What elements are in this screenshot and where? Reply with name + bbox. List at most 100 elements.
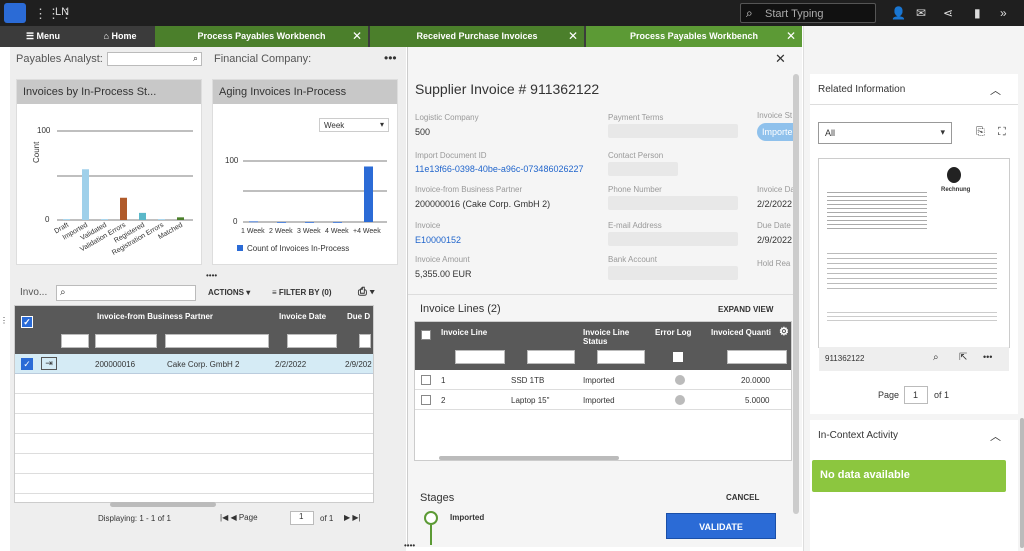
email-field bbox=[608, 232, 738, 246]
cell-item: Laptop 15" bbox=[511, 396, 550, 405]
select-all-lines-checkbox[interactable] bbox=[421, 330, 431, 340]
filter-item[interactable] bbox=[527, 350, 575, 364]
row-checkbox[interactable] bbox=[421, 375, 431, 385]
table-row[interactable]: ✓ ⇥ 200000016 Cake Corp. GmbH 2 2/2/2022… bbox=[15, 354, 373, 374]
lookup-icon[interactable]: ⌕ bbox=[193, 53, 198, 64]
more-icon[interactable]: ••• bbox=[384, 51, 397, 65]
filter-qty[interactable] bbox=[727, 350, 787, 364]
cell-bp: 200000016 bbox=[95, 360, 136, 369]
right-panel: Related Information ︿ All ▾ ⎘ ⛶ Rechnung … bbox=[803, 26, 1024, 551]
search-placeholder[interactable]: Start Typing bbox=[765, 8, 824, 20]
expand-icon[interactable]: » bbox=[1000, 6, 1007, 20]
menu-button[interactable]: ☰ Menu bbox=[0, 26, 86, 47]
detail-scrollbar[interactable] bbox=[793, 74, 799, 514]
lines-scrollbar[interactable] bbox=[439, 456, 619, 460]
page-input[interactable]: 1 bbox=[290, 511, 314, 525]
filter-line[interactable] bbox=[455, 350, 505, 364]
divider bbox=[408, 294, 793, 295]
row-checkbox[interactable] bbox=[421, 395, 431, 405]
global-search[interactable]: ⌕ Start Typing bbox=[740, 3, 876, 23]
filter-name[interactable] bbox=[165, 334, 269, 348]
chart-aging-svg: 100 0 1 Week 2 Week 3 Week 4 Week +4 Week Co… bbox=[225, 156, 387, 253]
select-all-checkbox[interactable]: ✓ bbox=[21, 316, 33, 328]
share-icon[interactable]: ⋖ bbox=[943, 6, 953, 20]
cell-line: 1 bbox=[441, 376, 446, 385]
filter-input[interactable] bbox=[61, 334, 89, 348]
import-doc-label: Import Document ID bbox=[415, 151, 487, 160]
x-tick-label: 3 Week bbox=[297, 228, 321, 235]
col-line[interactable]: Invoice Line bbox=[441, 328, 487, 337]
col-bp[interactable]: Invoice-from Business Partner bbox=[97, 312, 213, 321]
left-splitter-icon[interactable]: ⋮ bbox=[0, 316, 8, 325]
import-doc-link[interactable]: 11e13f66-0398-40be-a96c-073486026227 bbox=[415, 164, 583, 174]
filter-bp[interactable] bbox=[95, 334, 157, 348]
search-icon: ⌕ bbox=[60, 287, 66, 298]
preview-icon[interactable]: ⌕ bbox=[933, 352, 939, 363]
close-icon[interactable]: ✕ bbox=[568, 26, 578, 47]
related-page-label: Page bbox=[878, 390, 900, 400]
due-label: Due Date bbox=[757, 221, 791, 230]
col-qty[interactable]: Invoiced Quanti bbox=[711, 328, 771, 337]
grid-search-input[interactable]: ⌕ bbox=[56, 285, 196, 301]
table-row[interactable]: 2 Laptop 15" Imported 5.0000 bbox=[415, 390, 791, 410]
bar-draft bbox=[63, 219, 70, 220]
cell-line: 2 bbox=[441, 396, 446, 405]
filter-date[interactable] bbox=[287, 334, 337, 348]
analyst-input[interactable]: ⌕ bbox=[107, 52, 202, 66]
last-page-icon[interactable]: ▶| bbox=[352, 513, 360, 522]
chevron-down-icon: ▾ bbox=[940, 127, 945, 137]
close-icon[interactable]: ✕ bbox=[352, 26, 362, 47]
filter-status[interactable] bbox=[597, 350, 645, 364]
y-tick-0: 0 bbox=[45, 215, 50, 224]
bottom-splitter[interactable]: •••• bbox=[404, 541, 415, 550]
col-error[interactable]: Error Log bbox=[655, 328, 691, 337]
related-filter-select[interactable]: All ▾ bbox=[818, 122, 952, 144]
cancel-button[interactable]: CANCEL bbox=[726, 493, 759, 502]
bar-validation-errors bbox=[120, 197, 127, 220]
user-icon[interactable]: 👤 bbox=[891, 6, 906, 20]
attachment-icon[interactable]: ⎘ bbox=[976, 126, 985, 139]
more-icon[interactable]: ••• bbox=[983, 352, 992, 362]
export-button[interactable]: ⎙ ▾ bbox=[358, 286, 374, 299]
tab-process-payables-1[interactable]: Process Payables Workbench ✕ bbox=[155, 26, 368, 47]
cell-due: 2/9/202 bbox=[345, 360, 372, 369]
doc-table bbox=[827, 249, 997, 289]
filter-due[interactable] bbox=[359, 334, 371, 348]
invoice-link[interactable]: E10000152 bbox=[415, 235, 461, 245]
doc-heading: Rechnung bbox=[941, 187, 971, 193]
col-status[interactable]: Invoice Line Status bbox=[583, 328, 643, 346]
chevron-up-icon[interactable]: ︿ bbox=[990, 428, 1001, 444]
app-logo[interactable] bbox=[4, 3, 26, 23]
document-preview[interactable]: Rechnung 911362122 ⌕ ⇱ ••• bbox=[818, 158, 1010, 371]
chart-ylabel: Count bbox=[32, 141, 41, 163]
close-icon[interactable]: ✕ bbox=[775, 51, 786, 67]
row-checkbox[interactable]: ✓ bbox=[21, 358, 33, 370]
error-filter-icon[interactable] bbox=[673, 352, 683, 362]
validate-button[interactable]: VALIDATE bbox=[666, 513, 776, 539]
tab-received-invoices[interactable]: Received Purchase Invoices ✕ bbox=[370, 26, 584, 47]
mail-icon[interactable]: ✉ bbox=[916, 6, 926, 20]
gear-icon[interactable]: ⚙ bbox=[779, 325, 789, 338]
col-date[interactable]: Invoice Date bbox=[279, 312, 326, 321]
error-indicator bbox=[675, 395, 685, 405]
actions-button[interactable]: ACTIONS ▾ bbox=[208, 288, 250, 297]
prev-page-icon[interactable]: ◀ bbox=[230, 513, 238, 522]
first-page-icon[interactable]: |◀ bbox=[220, 513, 230, 522]
chevron-up-icon[interactable]: ︿ bbox=[990, 82, 1001, 98]
home-button[interactable]: ⌂ Home bbox=[86, 26, 154, 47]
open-external-icon[interactable]: ⇱ bbox=[959, 352, 967, 363]
fullscreen-icon[interactable]: ⛶ bbox=[998, 126, 1006, 139]
col-due[interactable]: Due D bbox=[347, 312, 370, 321]
panel-scrollbar[interactable] bbox=[1020, 418, 1024, 548]
chart-aging: Aging Invoices In-Process Week ▾ 100 0 1 … bbox=[212, 79, 398, 265]
open-row-icon[interactable]: ⇥ bbox=[41, 357, 57, 370]
close-icon[interactable]: ✕ bbox=[786, 26, 796, 47]
related-page-input[interactable]: 1 bbox=[904, 386, 928, 404]
splitter-handle[interactable]: •••• bbox=[206, 271, 217, 280]
table-row[interactable]: 1 SSD 1TB Imported 20.0000 bbox=[415, 370, 791, 390]
grid-scrollbar[interactable] bbox=[110, 502, 216, 507]
tab-process-payables-2[interactable]: Process Payables Workbench ✕ bbox=[586, 26, 802, 47]
filter-button[interactable]: ≡ FILTER BY (0) bbox=[272, 288, 331, 297]
bookmark-icon[interactable]: ▮ bbox=[974, 6, 981, 20]
expand-view-button[interactable]: EXPAND VIEW bbox=[718, 305, 773, 314]
